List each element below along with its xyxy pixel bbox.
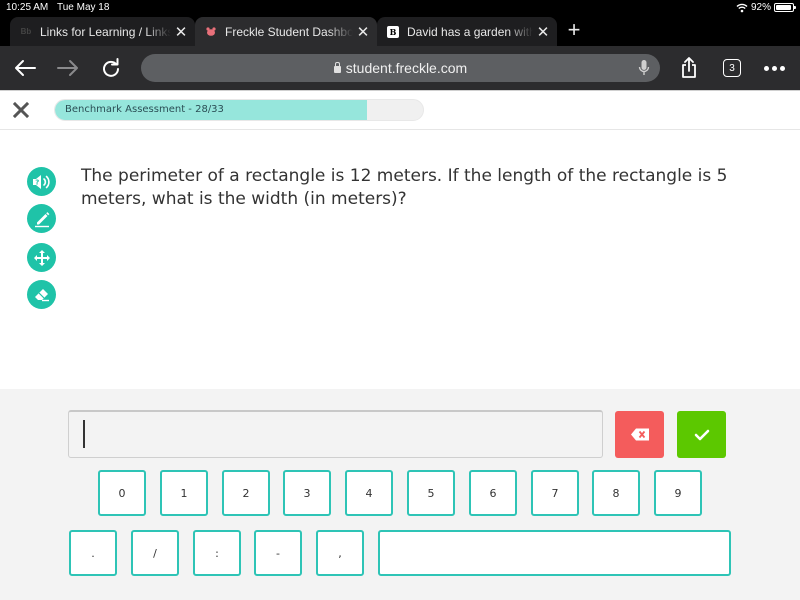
key-6[interactable]: 6 <box>469 470 517 516</box>
microphone-icon[interactable] <box>638 59 650 77</box>
key-3[interactable]: 3 <box>283 470 331 516</box>
pencil-icon <box>34 211 49 227</box>
tab-freckle-dashboard[interactable]: Freckle Student Dashboard ✕ <box>195 17 377 46</box>
key-1[interactable]: 1 <box>160 470 208 516</box>
progress-label: Benchmark Assessment - 28/33 <box>65 104 224 115</box>
url-text: student.freckle.com <box>345 60 468 76</box>
close-tab-icon[interactable]: ✕ <box>171 23 191 41</box>
forward-button[interactable] <box>56 56 80 80</box>
key-8[interactable]: 8 <box>592 470 640 516</box>
read-aloud-button[interactable]: ? <box>27 167 56 196</box>
status-date: Tue May 18 <box>57 2 110 13</box>
backspace-icon <box>630 428 649 441</box>
back-arrow-icon <box>15 60 36 76</box>
move-arrows-icon <box>33 249 50 266</box>
answer-input[interactable] <box>68 410 603 458</box>
eraser-icon <box>34 288 49 301</box>
blackboard-favicon-icon: Bb <box>20 27 32 36</box>
tab-links-for-learning[interactable]: Bb Links for Learning / Links ✕ <box>10 17 195 46</box>
question-text: The perimeter of a rectangle is 12 meter… <box>81 166 728 209</box>
tab-david-garden[interactable]: B David has a garden with ✕ <box>377 17 557 46</box>
text-caret <box>83 420 85 448</box>
tab-overview-button[interactable]: 3 <box>723 59 741 77</box>
pencil-tool-button[interactable] <box>27 204 56 233</box>
key-0[interactable]: 0 <box>98 470 146 516</box>
brainly-favicon-icon: B <box>387 25 399 38</box>
answer-area: 0 1 2 3 4 5 6 7 8 9 . / : - , <box>0 389 800 600</box>
status-time: 10:25 AM <box>6 2 49 13</box>
close-tab-icon[interactable]: ✕ <box>533 23 553 41</box>
key-5[interactable]: 5 <box>407 470 455 516</box>
battery-percent: 92% <box>750 2 771 13</box>
status-bar: 10:25 AM Tue May 18 92% <box>0 0 800 16</box>
key-4[interactable]: 4 <box>345 470 393 516</box>
freckle-favicon-icon <box>205 26 217 38</box>
back-button[interactable] <box>13 56 37 80</box>
assessment-progress-bar: Benchmark Assessment - 28/33 <box>54 99 424 121</box>
wifi-icon <box>736 3 748 12</box>
key-period[interactable]: . <box>69 530 117 576</box>
assessment-header: Benchmark Assessment - 28/33 <box>0 90 800 130</box>
lock-icon <box>333 61 341 73</box>
key-comma[interactable]: , <box>316 530 364 576</box>
key-9[interactable]: 9 <box>654 470 702 516</box>
close-tab-icon[interactable]: ✕ <box>353 23 373 41</box>
check-icon <box>694 429 709 440</box>
battery-icon <box>774 3 796 12</box>
share-button[interactable] <box>677 56 701 80</box>
key-space[interactable] <box>378 530 731 576</box>
forward-arrow-icon <box>57 60 78 76</box>
eraser-tool-button[interactable] <box>27 280 56 309</box>
reload-button[interactable] <box>99 56 123 80</box>
svg-text:?: ? <box>35 178 39 186</box>
key-minus[interactable]: - <box>254 530 302 576</box>
submit-button[interactable] <box>677 411 726 458</box>
status-right: 92% <box>736 2 796 13</box>
key-7[interactable]: 7 <box>531 470 579 516</box>
speaker-question-icon: ? <box>32 174 50 189</box>
more-menu-button[interactable] <box>764 66 785 71</box>
key-colon[interactable]: : <box>193 530 241 576</box>
tab-title: David has a garden with <box>407 24 533 39</box>
delete-button[interactable] <box>615 411 664 458</box>
close-icon <box>13 102 29 118</box>
reload-icon <box>103 58 119 77</box>
move-tool-button[interactable] <box>27 243 56 272</box>
new-tab-button[interactable]: + <box>564 19 584 43</box>
browser-toolbar: student.freckle.com 3 <box>0 46 800 90</box>
key-slash[interactable]: / <box>131 530 179 576</box>
key-2[interactable]: 2 <box>222 470 270 516</box>
tab-bar: Bb Links for Learning / Links ✕ Freckle … <box>0 16 800 46</box>
tab-title: Freckle Student Dashboard <box>225 24 353 39</box>
address-bar[interactable]: student.freckle.com <box>141 54 660 82</box>
tab-title: Links for Learning / Links <box>40 24 171 39</box>
share-icon <box>682 57 696 78</box>
exit-assessment-button[interactable] <box>10 99 32 121</box>
